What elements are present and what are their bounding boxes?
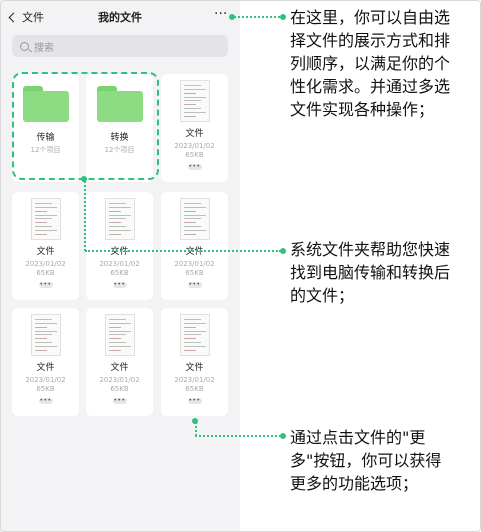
callout-connector	[84, 181, 86, 251]
file-name: 文件	[36, 247, 55, 257]
document-thumbnail-icon	[30, 314, 61, 356]
search-icon	[20, 41, 29, 51]
callout-connector	[234, 16, 284, 18]
callout-dot	[81, 176, 87, 182]
more-options-button[interactable]: ···	[214, 6, 227, 22]
callout-connector	[195, 435, 281, 437]
file-card[interactable]: 文件 2023/01/02 65KB •••	[161, 74, 228, 182]
file-more-button[interactable]: •••	[38, 282, 53, 288]
file-card[interactable]: 文件 2023/01/02 65KB •••	[161, 192, 228, 300]
annotation-system-folders: 系统文件夹帮助您快速 找到电脑传输和转换后 的文件；	[290, 240, 451, 305]
file-name: 文件	[185, 363, 204, 373]
callout-dot	[280, 248, 286, 254]
document-thumbnail-icon	[179, 80, 210, 122]
file-meta: 2023/01/02 65KB	[174, 260, 215, 277]
document-thumbnail-icon	[30, 198, 61, 240]
file-meta: 2023/01/02 65KB	[99, 376, 140, 393]
document-thumbnail-icon	[104, 198, 135, 240]
search-input[interactable]: 搜索	[12, 35, 228, 57]
document-thumbnail-icon	[179, 314, 210, 356]
file-card[interactable]: 文件 2023/01/02 65KB •••	[161, 308, 228, 416]
nav-bar: 文件 我的文件 ···	[0, 0, 240, 34]
file-name: 文件	[185, 129, 204, 139]
annotation-display-options: 在这里，你可以自由选 择文件的展示方式和排 列顺序，以满足你的个 性化需求。并通…	[290, 8, 451, 119]
callout-connector	[195, 422, 197, 436]
file-more-button[interactable]: •••	[112, 398, 127, 404]
annotation-more-button: 通过点击文件的"更 多"按钮，你可以获得 更多的功能选项；	[290, 428, 442, 493]
file-meta: 2023/01/02 65KB	[174, 142, 215, 159]
file-more-button[interactable]: •••	[187, 164, 202, 170]
file-meta: 2023/01/02 65KB	[25, 376, 66, 393]
file-card[interactable]: 文件 2023/01/02 65KB •••	[12, 308, 79, 416]
callout-dot	[280, 433, 286, 439]
file-card[interactable]: 文件 2023/01/02 65KB •••	[86, 192, 153, 300]
callout-dot	[280, 14, 286, 20]
file-more-button[interactable]: •••	[187, 398, 202, 404]
file-more-button[interactable]: •••	[112, 282, 127, 288]
file-meta: 2023/01/02 65KB	[174, 376, 215, 393]
search-placeholder: 搜索	[34, 42, 54, 54]
system-folders-highlight	[12, 72, 159, 180]
file-more-button[interactable]: •••	[38, 398, 53, 404]
document-thumbnail-icon	[179, 198, 210, 240]
file-card[interactable]: 文件 2023/01/02 65KB •••	[12, 192, 79, 300]
page-title: 我的文件	[98, 11, 142, 24]
callout-connector	[85, 250, 281, 252]
file-meta: 2023/01/02 65KB	[25, 260, 66, 277]
file-more-button[interactable]: •••	[187, 282, 202, 288]
file-name: 文件	[36, 363, 55, 373]
file-card[interactable]: 文件 2023/01/02 65KB •••	[86, 308, 153, 416]
document-thumbnail-icon	[104, 314, 135, 356]
file-meta: 2023/01/02 65KB	[99, 260, 140, 277]
file-name: 文件	[110, 363, 129, 373]
